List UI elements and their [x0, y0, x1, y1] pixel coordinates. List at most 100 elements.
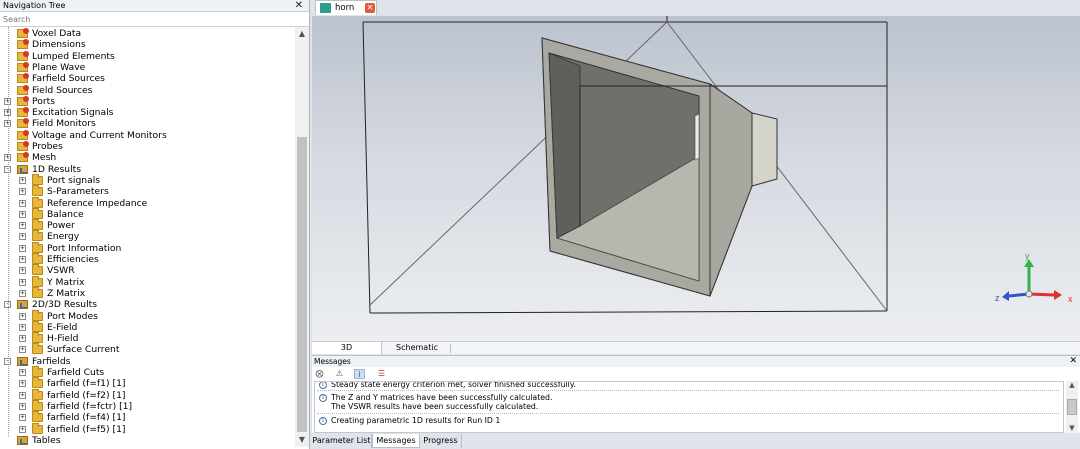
tree-item[interactable]: + farfield (f=f2) [1]: [0, 388, 295, 401]
tree-item[interactable]: + Farfield Cuts: [0, 366, 295, 378]
tree-item[interactable]: Tables: [0, 435, 295, 446]
expand-icon[interactable]: +: [19, 323, 26, 331]
tab-messages[interactable]: Messages: [372, 434, 420, 448]
tree-item[interactable]: + S-Parameters: [0, 185, 295, 197]
tree-item[interactable]: + farfield (f=f4) [1]: [0, 411, 295, 423]
tab-parameter-list[interactable]: Parameter List: [312, 434, 372, 448]
messages-scrollbar[interactable]: ▲ ▼: [1066, 381, 1078, 433]
expand-icon[interactable]: +: [19, 233, 26, 241]
expand-icon[interactable]: +: [19, 312, 26, 320]
nav-scrollbar-thumb[interactable]: [297, 137, 307, 432]
scroll-up-icon[interactable]: ▲: [295, 29, 309, 39]
expand-icon[interactable]: +: [19, 199, 26, 207]
tree-item[interactable]: + Efficiencies: [0, 253, 295, 265]
tab-progress[interactable]: Progress: [420, 434, 462, 448]
navigation-tree: Voxel Data Dimensions Lumped Elements Plane…: [0, 27, 295, 447]
tree-item[interactable]: + Balance: [0, 207, 295, 220]
messages-scrollbar-thumb[interactable]: [1067, 399, 1077, 415]
clear-messages-icon[interactable]: ☰: [376, 369, 387, 379]
tree-item-label: Surface Current: [47, 344, 120, 356]
tree-item[interactable]: + Power: [0, 219, 295, 231]
tree-item[interactable]: + Surface Current: [0, 343, 295, 356]
tree-item[interactable]: Plane Wave: [0, 61, 295, 73]
expand-icon[interactable]: +: [19, 244, 26, 252]
expand-icon[interactable]: +: [19, 210, 26, 218]
tree-item[interactable]: + farfield (f=f1) [1]: [0, 377, 295, 389]
tree-item[interactable]: Lumped Elements: [0, 50, 295, 62]
tree-item[interactable]: Voxel Data: [0, 28, 295, 39]
expand-icon[interactable]: +: [19, 380, 26, 388]
tab-schematic[interactable]: Schematic: [384, 342, 450, 354]
axis-triad: x y z: [995, 251, 1073, 304]
tree-item[interactable]: + Ports: [0, 95, 295, 107]
project-icon: [320, 3, 331, 13]
folder-icon: [32, 286, 43, 298]
tree-item[interactable]: + Port Modes: [0, 309, 295, 322]
tree-item[interactable]: Probes: [0, 141, 295, 152]
info-icon: i: [319, 417, 327, 425]
folder-icon: [32, 241, 43, 253]
tree-item[interactable]: -1D Results: [0, 164, 295, 175]
tree-item[interactable]: + Energy: [0, 230, 295, 242]
tree-item[interactable]: Farfield Sources: [0, 73, 295, 84]
nav-scrollbar[interactable]: ▲ ▼: [295, 27, 309, 447]
tree-item[interactable]: Field Sources: [0, 84, 295, 96]
close-icon[interactable]: ✕: [1069, 356, 1077, 367]
expand-icon[interactable]: +: [19, 414, 26, 422]
tree-item[interactable]: + Z Matrix: [0, 286, 295, 299]
tree-item[interactable]: + Y Matrix: [0, 275, 295, 288]
tree-item[interactable]: + farfield (f=f5) [1]: [0, 422, 295, 435]
3d-viewport[interactable]: x y z: [312, 16, 1080, 341]
expand-icon[interactable]: +: [19, 335, 26, 343]
message-item[interactable]: i Creating parametric 1D results for Run …: [315, 415, 1063, 428]
document-tab-bar: horn ✕: [312, 0, 1080, 15]
tree-item[interactable]: + Excitation Signals: [0, 107, 295, 118]
message-item[interactable]: i The Z and Y matrices have been successf…: [315, 392, 1063, 414]
tab-3d[interactable]: 3D: [312, 342, 382, 354]
search-input[interactable]: [0, 13, 309, 27]
expand-icon[interactable]: +: [19, 222, 26, 230]
expand-icon[interactable]: +: [19, 176, 26, 184]
tree-item[interactable]: + Reference Impedance: [0, 196, 295, 209]
close-icon[interactable]: ✕: [295, 0, 303, 11]
results-folder-icon: [17, 300, 28, 310]
expand-icon[interactable]: +: [19, 391, 26, 399]
scroll-up-icon[interactable]: ▲: [1066, 381, 1078, 390]
tree-item[interactable]: + Port signals: [0, 173, 295, 186]
tree-item[interactable]: + Mesh: [0, 152, 295, 163]
tree-item-label: Efficiencies: [47, 254, 99, 265]
tree-item[interactable]: Voltage and Current Monitors: [0, 129, 295, 141]
tree-item[interactable]: - Farfields: [0, 356, 295, 367]
tree-item-label: Farfield Cuts: [47, 367, 105, 378]
expand-icon[interactable]: +: [19, 267, 26, 275]
tree-item[interactable]: + farfield (f=fctr) [1]: [0, 399, 295, 412]
tree-item[interactable]: + Field Monitors: [0, 118, 295, 129]
expand-icon[interactable]: +: [19, 188, 26, 196]
tree-item-label: farfield (f=f5) [1]: [47, 423, 126, 435]
tree-item[interactable]: + H-Field: [0, 332, 295, 344]
close-tab-icon[interactable]: ✕: [365, 3, 375, 13]
tree-item[interactable]: + Port Information: [0, 241, 295, 254]
expand-icon[interactable]: +: [19, 402, 26, 410]
tree-item[interactable]: -2D/3D Results: [0, 299, 295, 310]
error-filter-icon[interactable]: ⨂: [314, 369, 325, 379]
tree-item[interactable]: + E-Field: [0, 320, 295, 333]
scroll-down-icon[interactable]: ▼: [1066, 424, 1078, 433]
expand-icon[interactable]: +: [19, 278, 26, 286]
expand-icon[interactable]: +: [19, 369, 26, 376]
scroll-down-icon[interactable]: ▼: [295, 435, 309, 445]
expand-icon[interactable]: +: [19, 346, 26, 354]
tree-item[interactable]: Dimensions: [0, 39, 295, 50]
expand-icon[interactable]: +: [19, 425, 26, 433]
expand-icon[interactable]: +: [19, 256, 26, 263]
horn-antenna-model: x y z: [362, 16, 1073, 314]
info-filter-icon[interactable]: i: [354, 369, 365, 379]
warning-filter-icon[interactable]: ⚠: [334, 369, 345, 379]
expand-icon[interactable]: +: [19, 289, 26, 297]
component-folder-icon: [17, 107, 29, 118]
tree-item[interactable]: + VSWR: [0, 264, 295, 276]
document-tab-horn[interactable]: horn ✕: [315, 0, 377, 15]
folder-icon: [32, 411, 43, 423]
component-folder-icon: [17, 95, 29, 106]
bottom-tab-bar: Parameter List Messages Progress: [312, 433, 1080, 449]
